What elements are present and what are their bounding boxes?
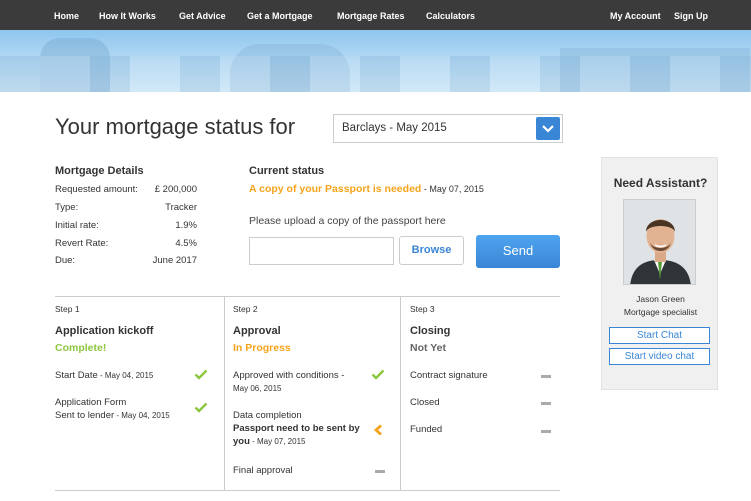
step-item: Start Date - May 04, 2015 [55, 369, 153, 382]
current-status-heading: Current status [249, 165, 325, 177]
start-chat-button[interactable]: Start Chat [609, 327, 710, 344]
step-item: Approved with conditions - May 06, 2015 [233, 369, 344, 395]
step-status: Not Yet [410, 342, 446, 354]
dropdown-button[interactable] [536, 117, 560, 140]
status-message-text: A copy of your Passport is needed [249, 183, 422, 195]
minus-icon [541, 402, 551, 405]
step-item-label: Application Form [55, 397, 127, 408]
step-item-label: Closed [410, 397, 440, 408]
start-video-chat-button[interactable]: Start video chat [609, 348, 710, 365]
send-button[interactable]: Send [476, 235, 560, 268]
detail-value: £ 200,000 [154, 184, 197, 195]
mortgage-details-heading: Mortgage Details [55, 165, 144, 177]
detail-value: Tracker [165, 202, 197, 213]
mortgage-select-value: Barclays - May 2015 [342, 122, 447, 134]
person-avatar-icon [624, 200, 695, 284]
hero-banner [0, 30, 751, 92]
nav-calculators[interactable]: Calculators [426, 0, 475, 33]
steps-divider-bottom [55, 490, 560, 491]
step-item: Contract signature [410, 369, 488, 382]
upload-file-input[interactable] [249, 237, 394, 265]
step-item-date: May 06, 2015 [233, 384, 282, 393]
step-item-label: Contract signature [410, 370, 488, 381]
detail-label: Revert Rate: [55, 238, 109, 249]
step-item-date: - May 07, 2015 [249, 437, 306, 446]
step-item: Application Form Sent to lender - May 04… [55, 396, 170, 422]
check-icon [194, 369, 208, 380]
step-number: Step 2 [233, 304, 258, 314]
step-item-label: Data completion [233, 410, 302, 421]
detail-label: Requested amount: [55, 184, 138, 195]
chevron-down-icon [542, 125, 554, 133]
nav-mortgage-rates[interactable]: Mortgage Rates [337, 0, 405, 33]
hero-ground [0, 56, 751, 92]
step-name: Approval [233, 325, 281, 337]
steps-divider-top [55, 296, 560, 297]
step-status: In Progress [233, 342, 291, 354]
step-item: Final approval [233, 464, 293, 477]
step-name: Closing [410, 325, 451, 337]
top-nav: Home How It Works Get Advice Get a Mortg… [0, 0, 751, 30]
assistant-photo [623, 199, 696, 285]
step-item-label-line2: Sent to lender [55, 410, 115, 421]
step-item: Data completion Passport need to be sent… [233, 409, 360, 448]
step-item-note: Passport need to be sent by [233, 423, 360, 434]
step-number: Step 3 [410, 304, 435, 314]
nav-get-advice[interactable]: Get Advice [179, 0, 226, 33]
upload-label: Please upload a copy of the passport her… [249, 215, 446, 227]
step-item-label: Approved with conditions - [233, 370, 345, 381]
minus-icon [541, 430, 551, 433]
nav-home[interactable]: Home [54, 0, 79, 33]
minus-icon [375, 470, 385, 473]
status-date: - May 07, 2015 [421, 184, 484, 194]
detail-value: June 2017 [152, 255, 197, 266]
assistant-heading: Need Assistant? [613, 176, 708, 190]
nav-sign-up[interactable]: Sign Up [674, 0, 708, 33]
steps-divider [400, 296, 401, 490]
minus-icon [541, 375, 551, 378]
step-item: Funded [410, 423, 442, 436]
step-item-date: - May 04, 2015 [97, 371, 154, 380]
nav-get-a-mortgage[interactable]: Get a Mortgage [247, 0, 313, 33]
check-icon [194, 402, 208, 413]
detail-value: 4.5% [175, 238, 197, 249]
detail-label: Initial rate: [55, 220, 99, 231]
detail-value: 1.9% [175, 220, 197, 231]
step-item-note-line2: you [233, 436, 250, 447]
status-message: A copy of your Passport is needed - May … [249, 183, 484, 195]
step-name: Application kickoff [55, 325, 154, 337]
detail-label: Due: [55, 255, 76, 266]
step-item-label: Final approval [233, 465, 293, 476]
chevron-left-icon [373, 424, 382, 436]
step-item-date: - May 04, 2015 [114, 411, 170, 420]
assistant-role: Mortgage specialist [623, 307, 698, 317]
nav-my-account[interactable]: My Account [610, 0, 661, 33]
mortgage-select[interactable]: Barclays - May 2015 [333, 114, 563, 143]
steps-divider [224, 296, 225, 490]
browse-button[interactable]: Browse [399, 236, 464, 265]
detail-label: Type: [55, 202, 79, 213]
nav-how-it-works[interactable]: How It Works [99, 0, 156, 33]
step-item: Closed [410, 396, 440, 409]
step-status: Complete! [55, 342, 107, 354]
check-icon [371, 369, 385, 380]
step-item-label: Start Date [55, 370, 98, 381]
page-title: Your mortgage status for [55, 114, 296, 139]
step-number: Step 1 [55, 304, 80, 314]
assistant-panel: Need Assistant? Jason Green Mortgage spe… [601, 157, 718, 390]
step-item-label: Funded [410, 424, 443, 435]
assistant-name: Jason Green [636, 294, 685, 304]
